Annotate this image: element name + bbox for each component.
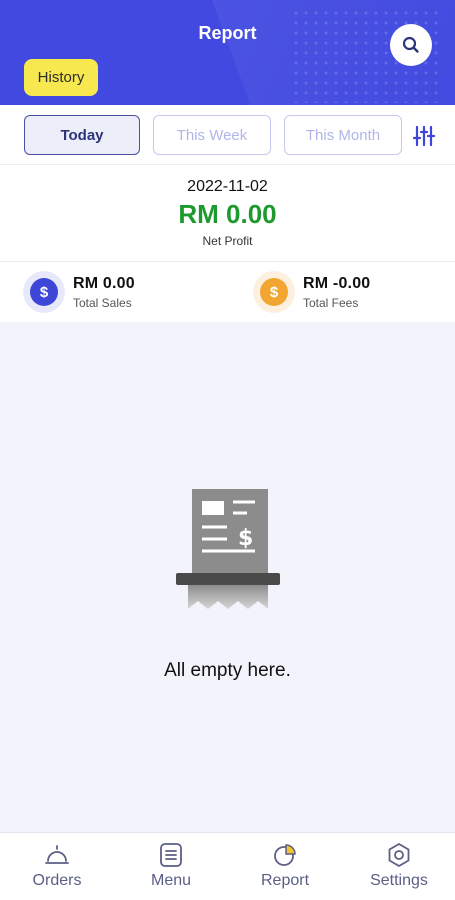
tab-today[interactable]: Today — [24, 115, 140, 155]
service-bell-icon — [45, 845, 69, 864]
search-button[interactable] — [390, 24, 432, 66]
total-fees-stat: $ RM -0.00 Total Fees — [253, 262, 370, 322]
nav-label-report: Report — [260, 872, 310, 889]
menu-list-icon — [160, 843, 182, 867]
net-profit-label: Net Profit — [202, 234, 253, 248]
gear-icon — [388, 843, 410, 867]
receipt-icon: $ — [176, 489, 280, 609]
tab-this-week[interactable]: This Week — [153, 115, 271, 155]
tab-this-month[interactable]: This Month — [284, 115, 402, 155]
stats-row: $ RM 0.00 Total Sales $ RM -0.00 Total F… — [0, 262, 455, 322]
nav-item-menu[interactable]: Menu — [114, 833, 228, 900]
sliders-icon[interactable] — [410, 122, 438, 150]
date-filter-bar: Today This Week This Month — [0, 105, 455, 165]
total-fees-label: Total Fees — [303, 295, 359, 310]
nav-label-settings: Settings — [370, 872, 428, 889]
total-sales-label: Total Sales — [73, 295, 132, 310]
net-profit-summary: 2022-11-02 RM 0.00 Net Profit — [0, 165, 455, 262]
nav-label-menu: Menu — [150, 872, 192, 889]
svg-text:$: $ — [238, 526, 253, 551]
dollar-coin-icon: $ — [23, 271, 65, 313]
total-sales-value: RM 0.00 — [73, 274, 135, 292]
search-icon — [402, 36, 419, 53]
report-date: 2022-11-02 — [187, 178, 268, 195]
net-profit-amount: RM 0.00 — [178, 199, 277, 229]
page-title: Report — [198, 23, 257, 43]
nav-label-orders: Orders — [32, 872, 82, 889]
nav-item-settings[interactable]: Settings — [342, 833, 455, 900]
nav-item-orders[interactable]: Orders — [0, 833, 114, 900]
app-header: Report History — [0, 0, 455, 105]
nav-item-report[interactable]: Report — [228, 833, 342, 900]
total-fees-value: RM -0.00 — [303, 274, 371, 292]
total-sales-stat: $ RM 0.00 Total Sales — [23, 262, 135, 322]
dollar-coin-icon: $ — [253, 271, 295, 313]
history-button[interactable]: History — [24, 59, 98, 96]
pie-chart-icon — [274, 844, 296, 866]
bottom-nav: Orders Menu Report Settings — [0, 832, 455, 900]
empty-state: $ All empty here. — [0, 322, 455, 832]
empty-state-message: All empty here. — [164, 660, 291, 681]
